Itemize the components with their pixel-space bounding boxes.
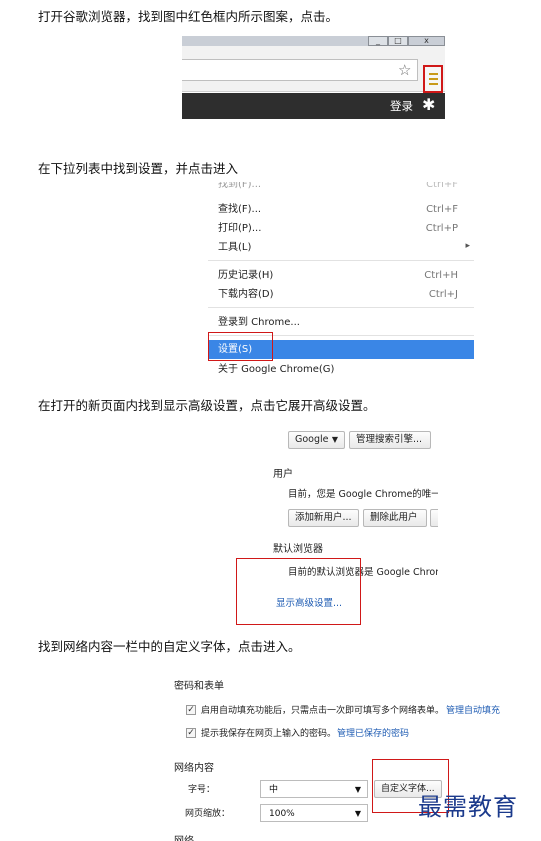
chrome-toolbar-screenshot: _ □ x ☆ 登录 ✱ — [182, 36, 445, 119]
step-3-caption: 在打开的新页面内找到显示高级设置，点击它展开高级设置。 — [38, 398, 376, 413]
menu-divider — [208, 260, 474, 261]
remove-user-button[interactable]: 删除此用户 — [363, 509, 427, 527]
network-heading-cut: 网络 — [174, 836, 194, 841]
add-user-button[interactable]: 添加新用户... — [288, 509, 359, 527]
autofill-checkbox[interactable]: ✓ — [186, 705, 196, 715]
passwords-forms-heading: 密码和表单 — [174, 681, 224, 692]
zoom-select[interactable]: 100% ▼ — [260, 804, 368, 822]
save-passwords-checkbox[interactable]: ✓ — [186, 728, 196, 738]
highlight-box-advanced — [236, 558, 361, 625]
menu-item-history[interactable]: 历史记录(H) Ctrl+H — [208, 266, 474, 285]
menu-item-downloads[interactable]: 下载内容(D) Ctrl+J — [208, 285, 474, 304]
save-passwords-label: 提示我保存在网页上输入的密码。 — [201, 729, 337, 739]
users-heading: 用户 — [273, 469, 293, 480]
hamburger-menu-icon[interactable] — [423, 65, 443, 93]
menu-item-find[interactable]: 查找(F)... Ctrl+F — [208, 200, 474, 219]
step-2-caption: 在下拉列表中找到设置，并点击进入 — [38, 161, 239, 176]
zoom-label: 网页缩放： — [185, 809, 231, 819]
menu-item-print[interactable]: 打印(P)... Ctrl+P — [208, 219, 474, 238]
manage-search-engines-button[interactable]: 管理搜索引擎... — [349, 431, 431, 449]
default-browser-heading: 默认浏览器 — [273, 544, 323, 555]
menu-divider — [208, 307, 474, 308]
close-icon[interactable]: x — [408, 36, 445, 46]
manage-passwords-link[interactable]: 管理已保存的密码 — [337, 728, 409, 740]
user-overflow-button[interactable] — [430, 509, 438, 527]
address-bar[interactable] — [182, 59, 418, 81]
manage-autofill-link[interactable]: 管理自动填充 — [446, 705, 500, 717]
login-link[interactable]: 登录 — [390, 99, 413, 113]
maximize-icon[interactable]: □ — [388, 36, 408, 46]
menu-item-cut[interactable]: 找到(F)... Ctrl+F — [208, 182, 474, 194]
autofill-label: 启用自动填充功能后，只需点击一次即可填写多个网络表单。 — [201, 706, 445, 716]
font-size-label: 字号： — [188, 785, 216, 795]
watermark: 最需教育 — [418, 793, 518, 821]
menu-item-about[interactable]: 关于 Google Chrome(G) — [208, 360, 474, 379]
users-description: 目前，您是 Google Chrome的唯一用 — [288, 489, 438, 500]
menu-item-tools[interactable]: 工具(L) ▸ — [208, 238, 474, 257]
highlight-box-settings — [208, 332, 273, 361]
step-4-caption: 找到网络内容一栏中的自定义字体，点击进入。 — [38, 639, 301, 654]
search-engine-select[interactable]: Google ▼ — [288, 431, 345, 449]
menu-item-sign-in[interactable]: 登录到 Chrome... — [208, 313, 474, 332]
web-content-heading: 网络内容 — [174, 763, 214, 774]
chevron-right-icon: ▸ — [465, 241, 470, 251]
minimize-icon[interactable]: _ — [368, 36, 388, 46]
step-1-caption: 打开谷歌浏览器，找到图中红色框内所示图案，点击。 — [38, 9, 339, 24]
gear-icon[interactable]: ✱ — [422, 95, 435, 115]
star-icon[interactable]: ☆ — [398, 60, 411, 80]
font-size-select[interactable]: 中 ▼ — [260, 780, 368, 798]
